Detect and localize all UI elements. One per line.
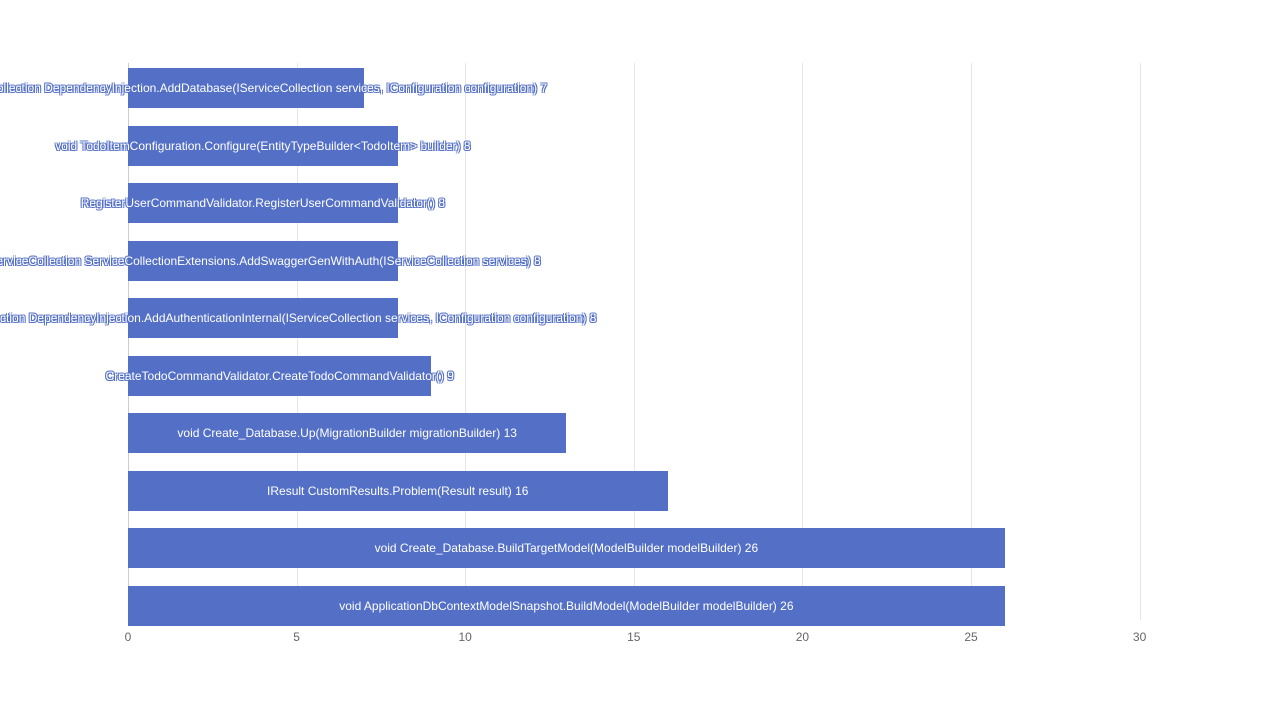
bar-label: void Create_Database.Up(MigrationBuilder… (177, 426, 517, 440)
bar-label: IServiceCollection DependencyInjection.A… (0, 81, 547, 95)
x-tick: 15 (627, 630, 640, 644)
bar-chart: 0 5 10 15 20 25 30 IServiceCollection De… (0, 0, 1264, 705)
x-tick: 5 (293, 630, 300, 644)
x-tick: 25 (964, 630, 977, 644)
x-tick: 0 (125, 630, 132, 644)
x-tick: 30 (1133, 630, 1146, 644)
gridline (1140, 63, 1141, 620)
bar-label: void Create_Database.BuildTargetModel(Mo… (375, 541, 759, 555)
x-tick: 10 (459, 630, 472, 644)
bar-label: RegisterUserCommandValidator.RegisterUse… (81, 196, 445, 210)
x-tick: 20 (796, 630, 809, 644)
bar-label: void TodoItemConfiguration.Configure(Ent… (55, 139, 470, 153)
bar-label: IResult CustomResults.Problem(Result res… (267, 484, 528, 498)
bar-label: CreateTodoCommandValidator.CreateTodoCom… (106, 369, 454, 383)
bar-label: void ApplicationDbContextModelSnapshot.B… (339, 599, 793, 613)
bar-label: IServiceCollection ServiceCollectionExte… (0, 254, 541, 268)
bar-label: IServiceCollection DependencyInjection.A… (0, 311, 596, 325)
